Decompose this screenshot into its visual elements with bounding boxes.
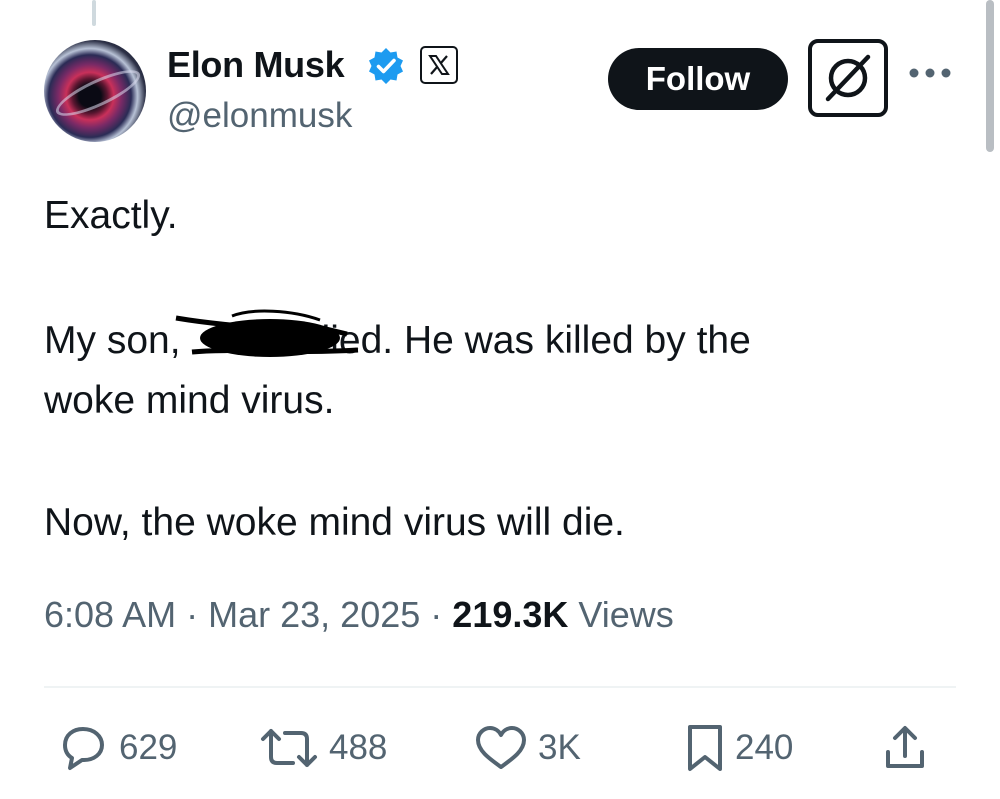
like-count: 3K — [538, 728, 581, 767]
repost-count: 488 — [329, 728, 388, 767]
redaction-scribble — [175, 309, 359, 357]
share-icon — [886, 726, 924, 768]
tweet-text-fragment: My son, — [44, 319, 181, 362]
tweet-text-line: Now, the woke mind virus will die. — [44, 501, 625, 544]
tweet-time[interactable]: 6:08 AM — [44, 594, 176, 635]
reply-count: 629 — [119, 728, 178, 767]
separator: · — [430, 594, 443, 635]
author-handle[interactable]: @elonmusk — [167, 96, 352, 136]
author-name[interactable]: Elon Musk — [167, 44, 345, 86]
like-icon — [476, 726, 526, 769]
repost-icon — [261, 729, 317, 767]
separator: · — [186, 594, 199, 635]
like-button[interactable]: 3K — [474, 718, 581, 778]
more-icon[interactable] — [908, 66, 952, 80]
reply-icon — [63, 727, 104, 770]
scrollbar[interactable] — [986, 0, 994, 152]
verified-badge-icon — [369, 48, 403, 84]
tweet-date[interactable]: Mar 23, 2025 — [208, 594, 420, 635]
x-logo-icon — [420, 46, 458, 84]
tweet-text-line: My son, died. He was killed by the — [44, 311, 751, 371]
reply-button[interactable]: 629 — [57, 718, 177, 778]
tweet-text-line: Exactly. — [44, 194, 178, 237]
tweet-meta: 6:08 AM · Mar 23, 2025 · 219.3K Views — [44, 594, 674, 636]
bookmark-button[interactable]: 240 — [685, 718, 793, 778]
repost-button[interactable]: 488 — [259, 718, 387, 778]
views-count[interactable]: 219.3K — [452, 594, 568, 635]
thread-line — [92, 0, 96, 26]
bookmark-count: 240 — [735, 728, 794, 767]
avatar[interactable] — [44, 40, 146, 142]
follow-button[interactable]: Follow — [608, 48, 788, 110]
bookmark-icon — [688, 725, 722, 771]
tweet-text-fragment: died. He was killed by the — [308, 319, 751, 362]
grok-icon[interactable] — [808, 39, 888, 117]
share-button[interactable] — [883, 718, 927, 778]
tweet-text-line: woke mind virus. — [44, 379, 335, 422]
divider — [44, 686, 956, 688]
views-label[interactable]: Views — [578, 594, 673, 635]
